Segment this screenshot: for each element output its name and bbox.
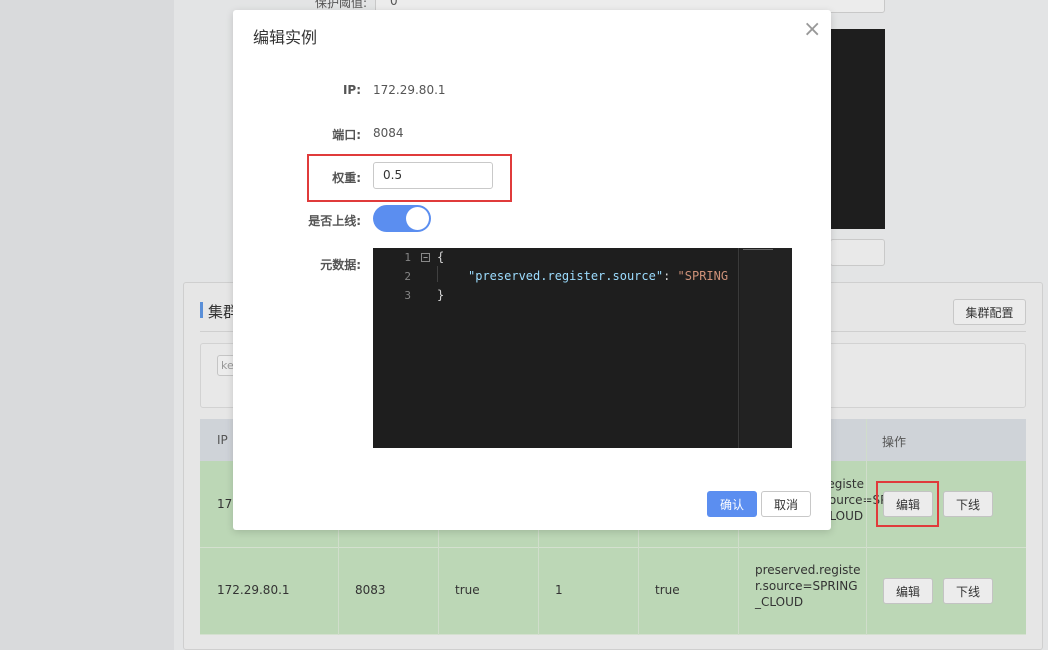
line-number: 1 <box>404 251 411 264</box>
code-open-brace: { <box>437 250 445 264</box>
row2-offline-button[interactable]: 下线 <box>943 578 993 604</box>
port-label: 端口: <box>332 128 361 142</box>
row2-healthy: true <box>655 583 680 597</box>
cluster-title-accent <box>200 302 203 318</box>
line-number: 2 <box>404 270 411 283</box>
header-actions: 操作 <box>882 435 907 449</box>
fold-icon[interactable]: − <box>421 253 430 262</box>
cluster-config-button[interactable]: 集群配置 <box>953 299 1026 325</box>
confirm-button[interactable]: 确认 <box>707 491 757 517</box>
online-toggle[interactable] <box>373 205 431 232</box>
header-ip: IP <box>217 433 228 447</box>
row2-ip: 172.29.80.1 <box>217 583 290 597</box>
code-value: "SPRING <box>677 269 729 283</box>
metadata-editor[interactable]: 1 2 3 − { "preserved.register.source": "… <box>373 248 792 448</box>
code-close-brace: } <box>437 288 445 302</box>
ip-label: IP: <box>342 83 361 97</box>
highlight-weight <box>307 154 512 202</box>
highlight-edit-button <box>876 481 939 527</box>
code-colon: : <box>663 269 678 283</box>
code-key: "preserved.register.source" <box>468 269 664 283</box>
ip-value: 172.29.80.1 <box>373 83 446 97</box>
minimap[interactable] <box>740 248 792 448</box>
edit-instance-dialog: 编辑实例 × IP: 172.29.80.1 端口: 8084 权重: 0.5 … <box>233 10 831 530</box>
online-label: 是否上线: <box>308 214 361 228</box>
row2-ephemeral: true <box>455 583 480 597</box>
indent-guide <box>437 266 438 282</box>
row2-edit-button[interactable]: 编辑 <box>883 578 933 604</box>
row2-metadata: preserved.registe r.source=SPRING _CLOUD <box>755 563 861 609</box>
row1-offline-button[interactable]: 下线 <box>943 491 993 517</box>
background-editor <box>830 29 885 229</box>
row2-port: 8083 <box>355 583 386 597</box>
row2-weight: 1 <box>555 583 563 597</box>
metadata-label: 元数据: <box>320 258 361 272</box>
port-value: 8084 <box>373 126 404 140</box>
protection-threshold-value: 0 <box>390 0 398 8</box>
line-number: 3 <box>404 289 411 302</box>
close-icon[interactable]: × <box>803 19 821 41</box>
background-input <box>830 239 885 266</box>
toggle-knob <box>406 207 429 230</box>
dialog-title: 编辑实例 <box>253 28 318 47</box>
column-separator <box>866 419 867 635</box>
minimap-line <box>743 249 773 250</box>
cancel-button[interactable]: 取消 <box>761 491 811 517</box>
minimap-divider <box>738 248 739 448</box>
